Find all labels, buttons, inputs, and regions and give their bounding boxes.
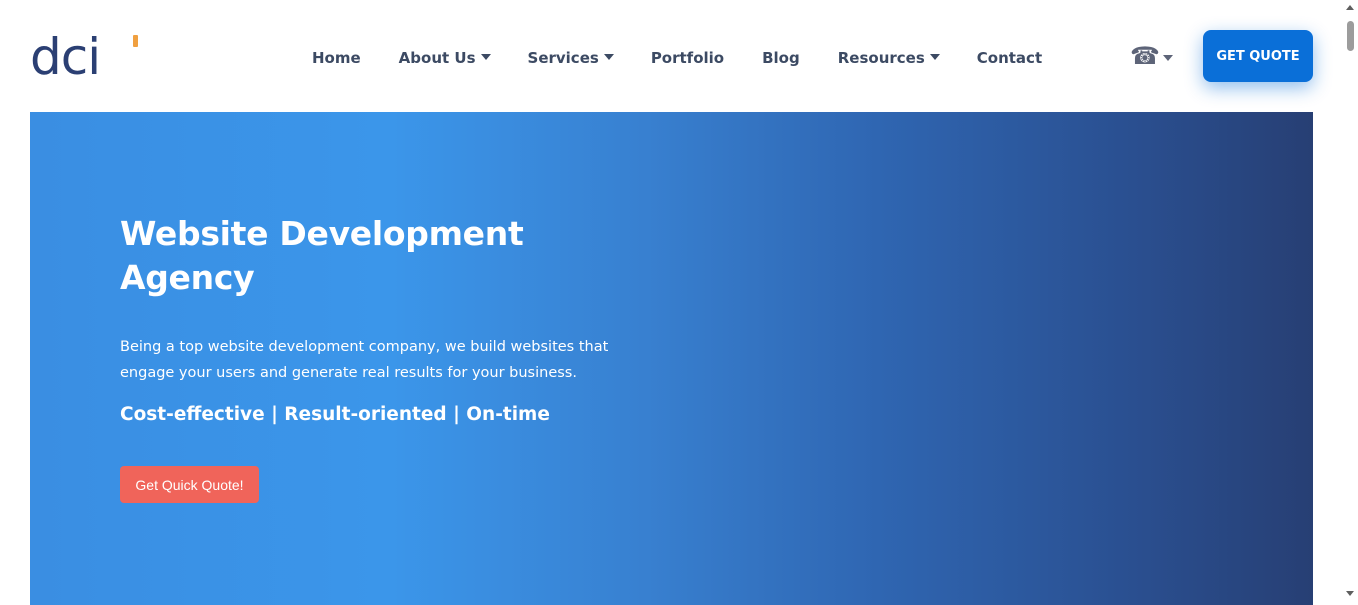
phone-icon: ☎ bbox=[1130, 42, 1160, 70]
caret-down-icon bbox=[603, 54, 614, 60]
caret-down-icon bbox=[480, 54, 491, 60]
nav-item-label: Services bbox=[527, 49, 599, 67]
nav-item-contact[interactable]: Contact bbox=[977, 49, 1042, 67]
nav-item-label: About Us bbox=[398, 49, 476, 67]
nav-item-label: Resources bbox=[837, 49, 925, 67]
nav-item-blog[interactable]: Blog bbox=[762, 49, 800, 67]
main-nav: Home About Us Services Portfolio Blog Re… bbox=[312, 44, 1042, 72]
scroll-up-arrow-icon[interactable] bbox=[1346, 5, 1354, 10]
logo-accent-mark bbox=[133, 35, 138, 47]
phone-dropdown[interactable]: ☎ bbox=[1130, 44, 1173, 68]
nav-item-services[interactable]: Services bbox=[528, 49, 614, 67]
page-scrollbar[interactable] bbox=[1343, 0, 1358, 605]
page: dci Home About Us Services Portfolio Blo… bbox=[0, 0, 1358, 605]
caret-down-icon bbox=[1162, 55, 1173, 61]
nav-item-label: Portfolio bbox=[650, 49, 725, 67]
nav-item-label: Blog bbox=[762, 49, 800, 67]
site-header: dci Home About Us Services Portfolio Blo… bbox=[0, 0, 1343, 112]
hero-title: Website Development Agency bbox=[120, 214, 524, 297]
nav-item-portfolio[interactable]: Portfolio bbox=[651, 49, 724, 67]
caret-down-icon bbox=[929, 54, 940, 60]
nav-item-label: Home bbox=[312, 49, 361, 67]
scroll-down-arrow-icon[interactable] bbox=[1346, 591, 1354, 596]
get-quote-button[interactable]: GET QUOTE bbox=[1203, 30, 1313, 82]
get-quick-quote-button[interactable]: Get Quick Quote! bbox=[120, 466, 259, 503]
hero-banner: Website Development Agency Being a top w… bbox=[30, 112, 1313, 605]
hero-description: Being a top website development company,… bbox=[120, 339, 609, 381]
logo-text: dci bbox=[30, 28, 101, 86]
hero-tagline: Cost-effective | Result-oriented | On-ti… bbox=[120, 404, 550, 425]
dci-logo[interactable]: dci bbox=[30, 26, 138, 86]
nav-item-about-us[interactable]: About Us bbox=[399, 49, 491, 67]
nav-item-resources[interactable]: Resources bbox=[838, 49, 940, 67]
nav-item-label: Contact bbox=[976, 49, 1043, 67]
scrollbar-thumb[interactable] bbox=[1347, 21, 1354, 51]
nav-item-home[interactable]: Home bbox=[312, 49, 361, 67]
